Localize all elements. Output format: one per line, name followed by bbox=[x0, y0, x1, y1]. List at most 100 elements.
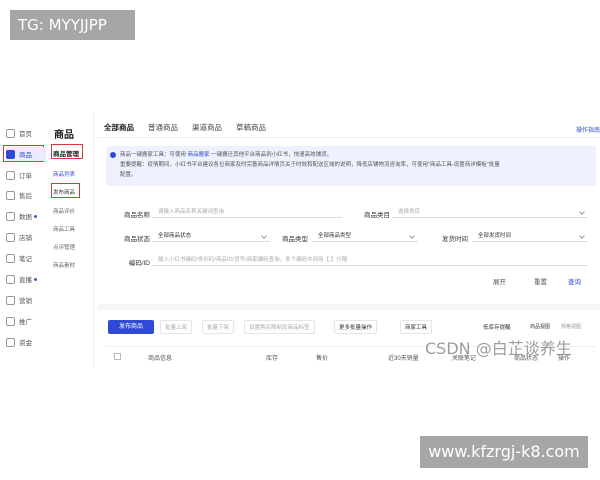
chevron-down-icon bbox=[409, 233, 415, 239]
chevron-down-icon bbox=[261, 233, 267, 239]
nav-item-3[interactable]: 售后 bbox=[6, 188, 46, 202]
batch-off-button[interactable]: 批量下架 bbox=[202, 320, 235, 334]
nav-item-1[interactable]: 商品 bbox=[6, 147, 46, 161]
promotion-icon bbox=[6, 316, 15, 326]
sub-item-review[interactable]: 商品评价 bbox=[53, 207, 75, 215]
tab-divider bbox=[98, 137, 600, 138]
main-content: 全部商品 普通商品 渠道商品 草稿商品 操作指南 商品一键搬家工具：可使用 商品… bbox=[98, 112, 600, 368]
label-code: 编码/ID bbox=[128, 260, 150, 267]
tab-channel[interactable]: 渠道商品 bbox=[192, 122, 222, 138]
nav-item-9[interactable]: 推广 bbox=[6, 314, 46, 328]
nav-item-label: 笔记 bbox=[19, 256, 32, 263]
nav-item-8[interactable]: 营销 bbox=[6, 293, 46, 307]
sub-item-goods-list[interactable]: 商品列表 bbox=[53, 170, 75, 178]
nav-item-label: 直播 bbox=[19, 277, 32, 284]
nav-item-label: 推广 bbox=[19, 319, 32, 326]
section-divider bbox=[98, 304, 600, 310]
watermark-bottom: www.kfzrgj-k8.com bbox=[420, 436, 588, 468]
data-icon bbox=[6, 211, 15, 221]
notice-line-1: 商品一键搬家工具：可使用 商品搬家 一键搬迁其他平台商品到小红书，快速高效铺货。 bbox=[120, 150, 588, 160]
ship-time-select-value: 全部发货时间 bbox=[478, 233, 512, 239]
batch-on-button[interactable]: 批量上架 bbox=[160, 320, 193, 334]
funds-icon bbox=[6, 337, 15, 347]
set-restrict-button[interactable]: 设置购买限制及商品标签 bbox=[244, 320, 315, 334]
th-stock[interactable]: 库存 bbox=[266, 353, 278, 362]
live-icon bbox=[6, 274, 15, 284]
nav-item-5[interactable]: 店铺 bbox=[6, 230, 46, 244]
highlight-box-publish bbox=[51, 183, 80, 198]
notice-line-3: 配置。 bbox=[120, 172, 137, 178]
nav-item-10[interactable]: 资金 bbox=[6, 335, 46, 349]
label-status: 商品状态 bbox=[124, 236, 150, 243]
notice-text: 一键搬迁其他平台商品到小红书，快速高效铺货。 bbox=[211, 152, 333, 158]
view-sku-tab[interactable]: 规格视图 bbox=[561, 323, 581, 330]
sub-nav: 商品 商品管理 商品列表 发布商品 商品评价 商品工具 点评管理 商品素材 bbox=[50, 112, 94, 368]
nav-item-label: 店铺 bbox=[19, 235, 32, 242]
watermark-top: TG: MYYJJPP bbox=[10, 10, 135, 40]
nav-item-label: 订单 bbox=[19, 173, 32, 180]
select-all-checkbox[interactable] bbox=[114, 353, 121, 360]
label-ship-time: 发货时间 bbox=[442, 236, 468, 243]
help-link[interactable]: 操作指南 bbox=[576, 125, 600, 134]
status-select[interactable]: 全部商品状态 bbox=[152, 230, 270, 242]
nav-item-7[interactable]: 直播 bbox=[6, 272, 46, 286]
new-dot-icon bbox=[34, 277, 37, 281]
order-icon bbox=[6, 170, 15, 180]
nav-item-label: 首页 bbox=[19, 131, 32, 138]
shop-icon bbox=[6, 232, 15, 242]
info-icon bbox=[110, 152, 116, 158]
left-nav: 首页商品订单售后数据店铺笔记直播营销推广资金 bbox=[0, 112, 46, 368]
goods-name-input[interactable]: 请输入商品名称关键词查询 bbox=[152, 206, 342, 218]
more-batch-button[interactable]: 更多批量操作 bbox=[334, 320, 378, 334]
note-icon bbox=[6, 253, 15, 263]
screenshot-area: 首页 商品 订单 售后 数据 店铺 笔记 直播 营销 推广 资金 商品 商品管理 商品列表 发布商品… bbox=[0, 112, 600, 368]
th-sales[interactable]: 近30天销量 bbox=[388, 353, 419, 362]
page: TG: MYYJJPP 首页 商品 订单 售后 数据 店铺 笔记 直播 营销 推广 资金 商品 商品… bbox=[0, 0, 600, 480]
nav-item-4[interactable]: 数据 bbox=[6, 209, 46, 223]
stock-alert-toggle[interactable]: 低库存提醒 bbox=[483, 323, 511, 331]
th-price[interactable]: 售价 bbox=[316, 353, 328, 362]
chevron-down-icon bbox=[579, 209, 585, 215]
reset-button[interactable]: 重置 bbox=[534, 276, 547, 286]
category-select-value: 选择类目 bbox=[398, 209, 421, 215]
status-select-value: 全部商品状态 bbox=[158, 233, 192, 239]
type-select-value: 全部商品类型 bbox=[318, 233, 352, 239]
marketing-icon bbox=[6, 295, 15, 305]
merchant-tools-button[interactable]: 商家工具 bbox=[400, 320, 433, 334]
goods-icon bbox=[6, 149, 15, 159]
nav-item-6[interactable]: 笔记 bbox=[6, 251, 46, 265]
sub-item-material[interactable]: 商品素材 bbox=[53, 261, 75, 269]
home-icon bbox=[6, 128, 15, 138]
category-select[interactable]: 选择类目 bbox=[392, 206, 588, 218]
tab-all[interactable]: 全部商品 bbox=[104, 122, 134, 138]
after-sale-icon bbox=[6, 190, 15, 200]
nav-item-label: 营销 bbox=[19, 298, 32, 305]
notice-line-2: 重要提醒：疫情期间，小红书平台建议各位商家及时完善商品详情页关于时效和配送区域的… bbox=[120, 162, 500, 168]
view-goods-tab[interactable]: 商品视图 bbox=[530, 323, 550, 330]
highlight-box-goods-manage bbox=[51, 144, 83, 159]
sub-item-comment[interactable]: 点评管理 bbox=[53, 243, 75, 251]
search-button[interactable]: 查询 bbox=[568, 276, 581, 286]
notice-banner: 商品一键搬家工具：可使用 商品搬家 一键搬迁其他平台商品到小红书，快速高效铺货。… bbox=[106, 146, 596, 186]
type-select[interactable]: 全部商品类型 bbox=[312, 230, 418, 242]
label-category: 商品类目 bbox=[364, 212, 390, 219]
ship-time-select[interactable]: 全部发货时间 bbox=[472, 230, 588, 242]
nav-item-2[interactable]: 订单 bbox=[6, 168, 46, 182]
sub-item-tools[interactable]: 商品工具 bbox=[53, 225, 75, 233]
code-input[interactable]: 输入小红书编码/条形码/商品ID/货号/商家编码查询，多个编码中间用【,】分隔 bbox=[152, 254, 588, 266]
move-goods-link[interactable]: 商品搬家 bbox=[188, 152, 210, 158]
watermark-csdn: CSDN @白芷谈养生 bbox=[425, 339, 572, 358]
nav-item-label: 资金 bbox=[19, 340, 32, 347]
tab-draft[interactable]: 草稿商品 bbox=[236, 122, 266, 138]
tab-bar: 全部商品 普通商品 渠道商品 草稿商品 bbox=[104, 122, 266, 138]
sub-nav-title: 商品 bbox=[54, 130, 74, 141]
nav-item-0[interactable]: 首页 bbox=[6, 126, 46, 140]
tab-normal[interactable]: 普通商品 bbox=[148, 122, 178, 138]
nav-item-label: 数据 bbox=[19, 214, 32, 221]
th-goods-info: 商品信息 bbox=[148, 356, 173, 362]
expand-button[interactable]: 展开 bbox=[493, 276, 506, 286]
publish-goods-button[interactable]: 发布商品 bbox=[108, 320, 154, 334]
nav-item-label: 商品 bbox=[19, 152, 32, 159]
nav-item-label: 售后 bbox=[19, 193, 32, 200]
label-goods-name: 商品名称 bbox=[124, 212, 150, 219]
